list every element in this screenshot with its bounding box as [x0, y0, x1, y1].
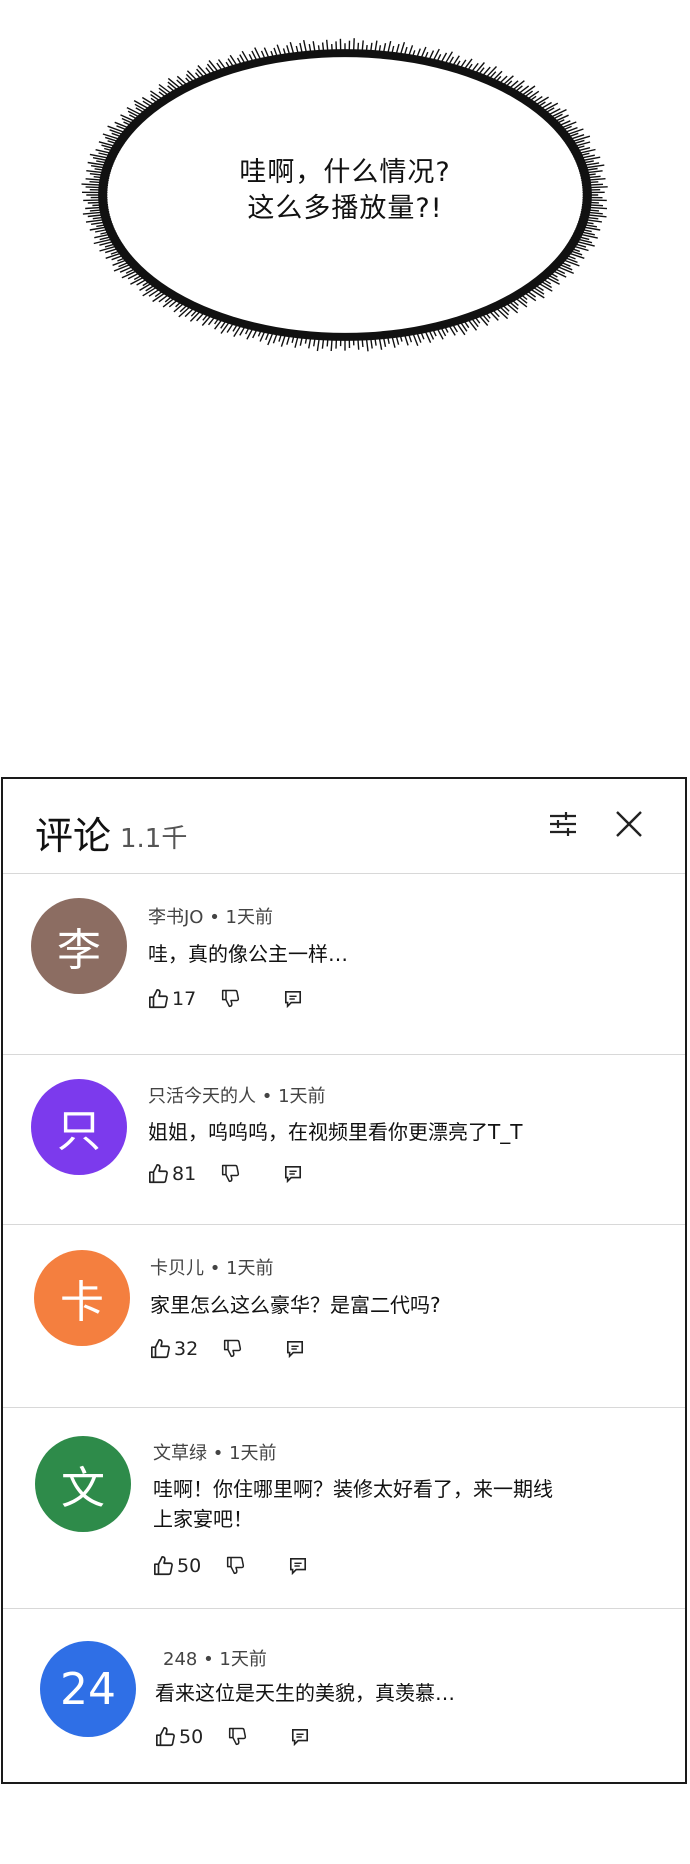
comment-time: 1天前: [278, 1086, 326, 1107]
close-button[interactable]: [606, 801, 652, 847]
thumbs-up-icon: [156, 1727, 175, 1747]
comment-meta: 文草绿 • 1天前: [153, 1439, 277, 1465]
comment-text: 姐姐，呜呜呜，在视频里看你更漂亮了T_T: [148, 1120, 523, 1144]
reply-icon: [289, 1557, 307, 1575]
comment-item: 24 248 • 1天前看来这位是天生的美貌，真羡慕… 50: [3, 1608, 685, 1784]
reply-button[interactable]: [286, 1340, 304, 1358]
dislike-button[interactable]: [223, 1338, 243, 1358]
bubble-line-2: 这么多播放量?!: [247, 193, 443, 224]
panel-title: 评论: [35, 814, 112, 858]
thumbs-up-icon: [149, 989, 168, 1009]
comment-text: 哇，真的像公主一样…: [148, 942, 348, 966]
comment-author[interactable]: 卡贝儿: [150, 1258, 204, 1279]
like-count: 81: [172, 1163, 197, 1185]
like-button[interactable]: 32: [150, 1338, 198, 1360]
thumbs-down-icon: [226, 1556, 245, 1575]
comment-author[interactable]: 文草绿: [153, 1443, 207, 1464]
sliders-icon: [550, 812, 576, 836]
like-count: 50: [177, 1555, 202, 1577]
meta-separator: •: [256, 1086, 279, 1107]
reply-button[interactable]: [291, 1728, 309, 1746]
reply-button[interactable]: [284, 990, 302, 1008]
reply-icon: [284, 990, 302, 1008]
thumbs-down-icon: [221, 989, 240, 1008]
comment-meta: 248 • 1天前: [163, 1645, 267, 1671]
avatar[interactable]: 文: [35, 1436, 131, 1532]
comment-text: 哇啊！你住哪里啊？装修太好看了，来一期线上家宴吧！: [153, 1477, 553, 1531]
comment-time: 1天前: [219, 1649, 267, 1670]
comment-count: 1.1千: [120, 824, 188, 854]
reply-button[interactable]: [289, 1557, 307, 1575]
panel-header: 评论 1.1千: [3, 779, 685, 874]
like-count: 50: [179, 1726, 204, 1748]
reply-icon: [291, 1728, 309, 1746]
like-count: 17: [172, 988, 197, 1010]
close-icon: [616, 811, 642, 837]
like-button[interactable]: 50: [153, 1555, 201, 1577]
filter-button[interactable]: [540, 801, 586, 847]
comment-time: 1天前: [225, 907, 273, 928]
comment-meta: 只活今天的人 • 1天前: [148, 1082, 326, 1108]
comment-text: 家里怎么这么豪华？是富二代吗?: [150, 1293, 441, 1317]
reply-icon: [286, 1340, 304, 1358]
speech-bubble: 哇啊，什么情况? 这么多播放量?!: [70, 35, 620, 355]
bubble-line-1: 哇啊，什么情况?: [239, 157, 451, 188]
comment-meta: 李书JO • 1天前: [148, 903, 273, 929]
like-button[interactable]: 81: [148, 1163, 196, 1185]
dislike-button[interactable]: [221, 988, 241, 1008]
avatar[interactable]: 24: [40, 1641, 136, 1737]
thumbs-up-icon: [154, 1556, 173, 1576]
thumbs-up-icon: [151, 1339, 170, 1359]
dislike-button[interactable]: [221, 1163, 241, 1183]
meta-separator: •: [204, 1258, 227, 1279]
comment-item: 卡卡贝儿 • 1天前家里怎么这么豪华？是富二代吗? 32: [3, 1224, 685, 1408]
dislike-button[interactable]: [228, 1726, 248, 1746]
reply-button[interactable]: [284, 1165, 302, 1183]
avatar[interactable]: 卡: [34, 1250, 130, 1346]
dislike-button[interactable]: [226, 1555, 246, 1575]
comment-author[interactable]: 248: [163, 1649, 197, 1670]
comment-author[interactable]: 李书JO: [148, 907, 203, 928]
comment-meta: 卡贝儿 • 1天前: [150, 1254, 274, 1280]
thumbs-up-icon: [149, 1164, 168, 1184]
comment-author[interactable]: 只活今天的人: [148, 1086, 256, 1107]
like-button[interactable]: 17: [148, 988, 196, 1010]
thumbs-down-icon: [223, 1339, 242, 1358]
thumbs-down-icon: [221, 1164, 240, 1183]
thumbs-down-icon: [228, 1727, 247, 1746]
like-count: 32: [174, 1338, 199, 1360]
comment-text: 看来这位是天生的美貌，真羡慕…: [155, 1681, 455, 1705]
reply-icon: [284, 1165, 302, 1183]
comment-time: 1天前: [226, 1258, 274, 1279]
bubble-text: 哇啊，什么情况? 这么多播放量?!: [70, 155, 620, 227]
meta-separator: •: [203, 907, 226, 928]
avatar[interactable]: 李: [31, 898, 127, 994]
comment-item: 李李书JO • 1天前哇，真的像公主一样… 17: [3, 874, 685, 1055]
meta-separator: •: [207, 1443, 230, 1464]
meta-separator: •: [197, 1649, 220, 1670]
comments-panel: 评论 1.1千 李李书JO • 1天前 哇，真的像公主一样… 17 只只活今天的人 •…: [1, 777, 687, 1784]
comment-item: 只只活今天的人 • 1天前姐姐，呜呜呜，在视频里看你更漂亮了T_T 81: [3, 1054, 685, 1225]
avatar[interactable]: 只: [31, 1079, 127, 1175]
like-button[interactable]: 50: [155, 1726, 203, 1748]
comment-time: 1天前: [229, 1443, 277, 1464]
comment-item: 文文草绿 • 1天前 哇啊！你住哪里啊？装修太好看了，来一期线上家宴吧！ 50: [3, 1407, 685, 1609]
